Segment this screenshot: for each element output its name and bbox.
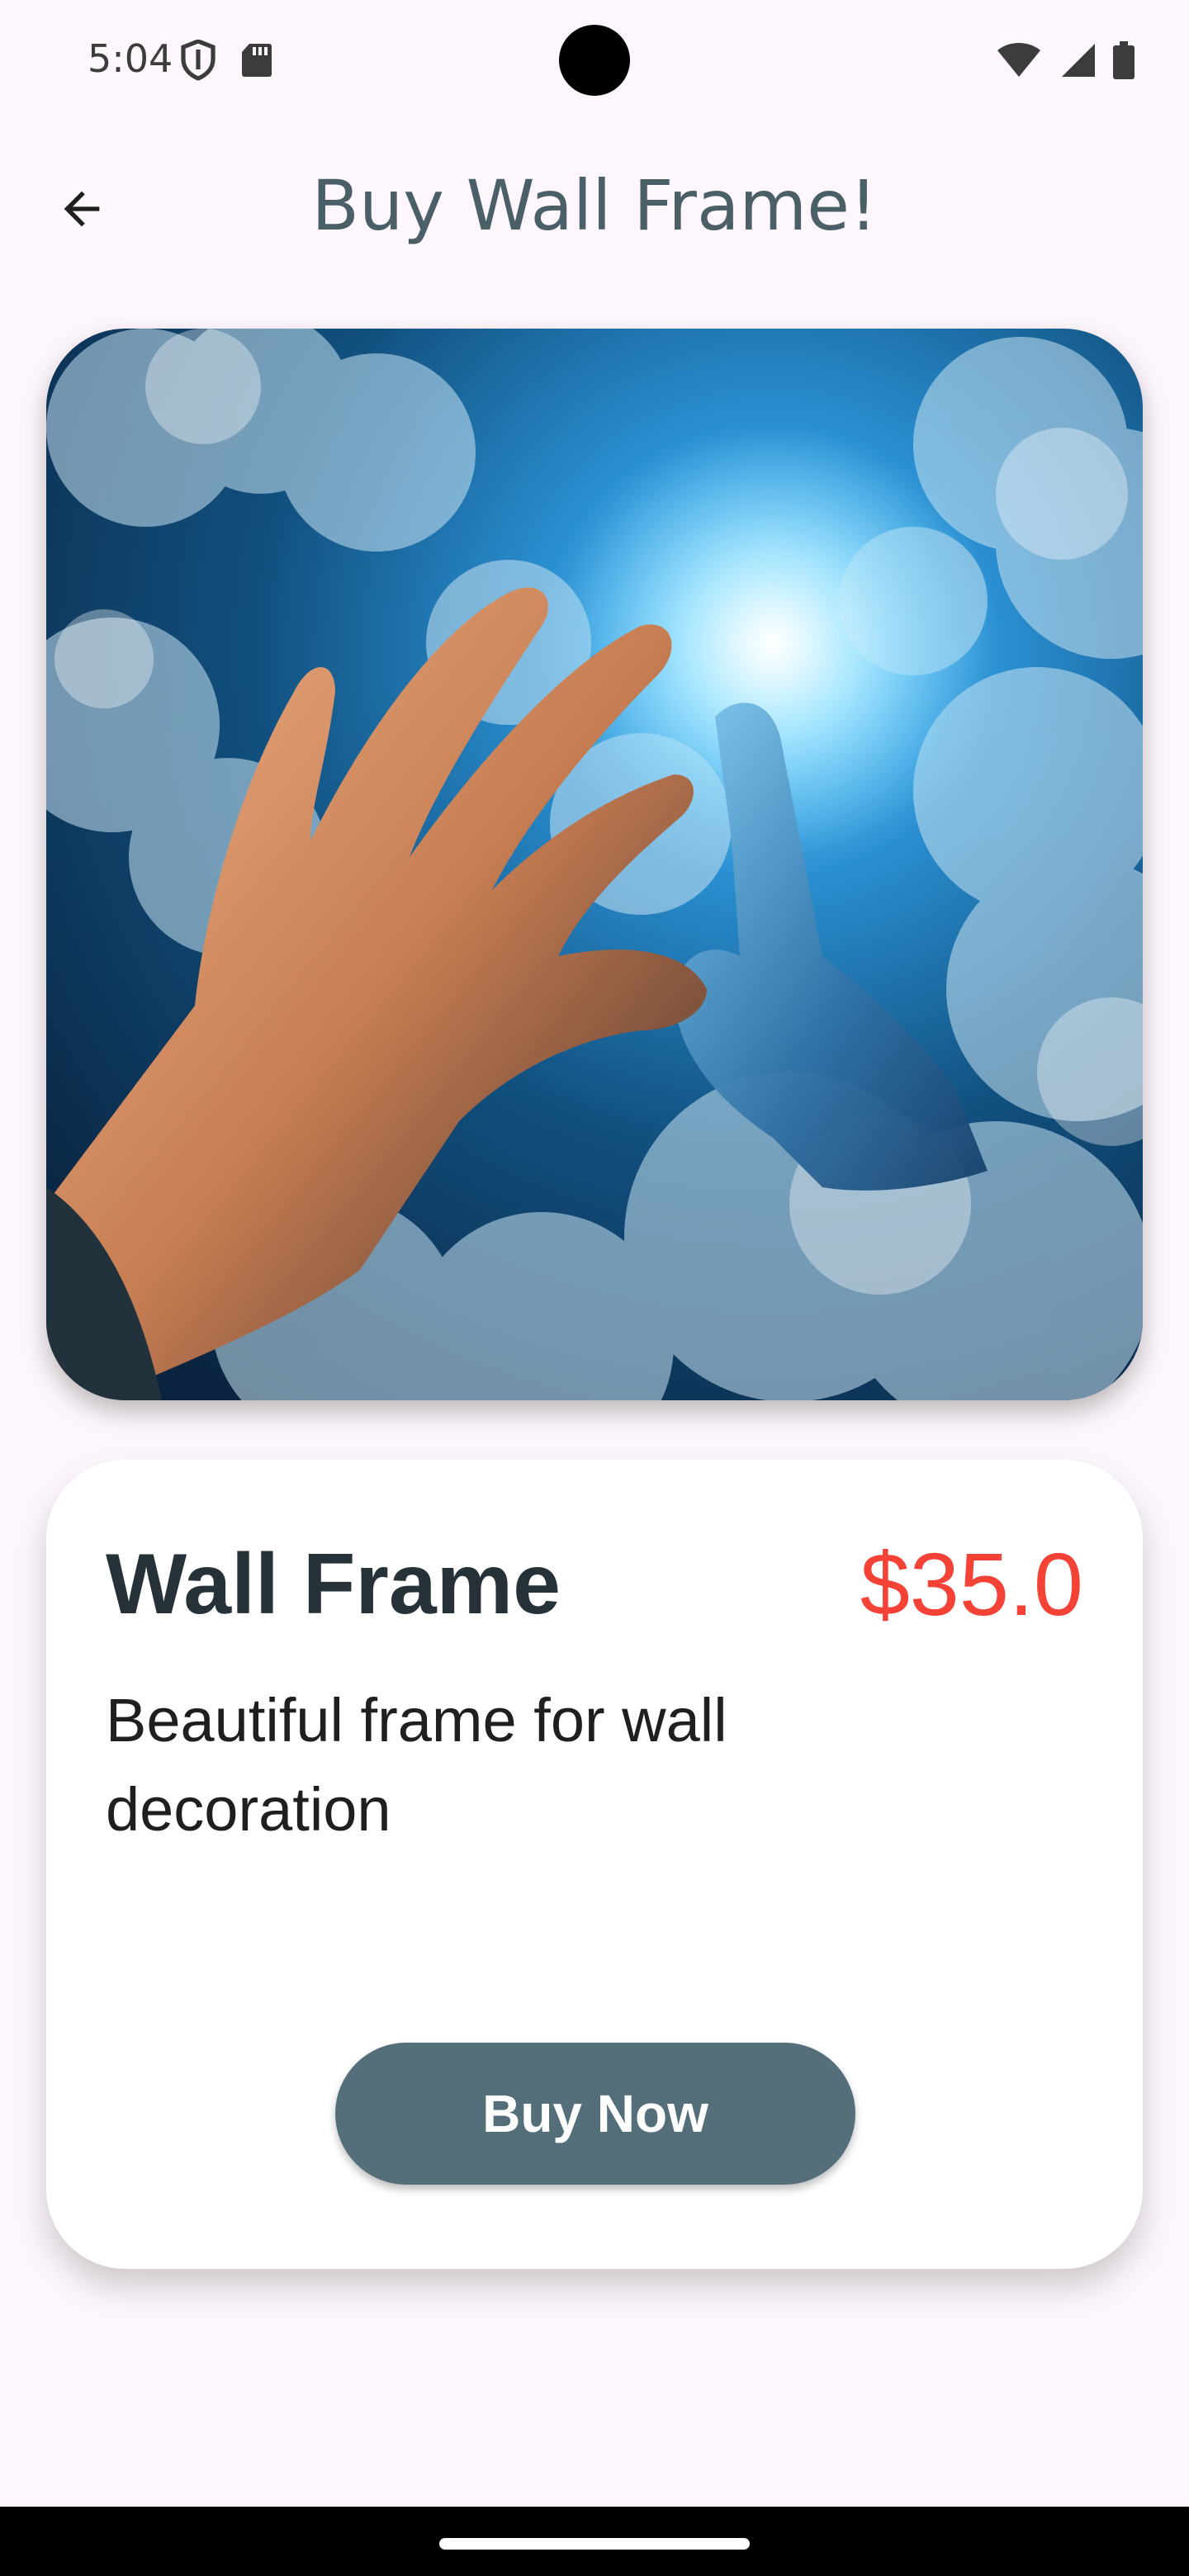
status-bar: 5:04 <box>0 0 1189 116</box>
status-right-icons <box>996 41 1135 83</box>
shield-icon <box>180 39 216 85</box>
buy-now-button[interactable]: Buy Now <box>335 2043 855 2185</box>
product-price: $35.0 <box>860 1534 1083 1634</box>
system-navigation-bar <box>0 2507 1189 2576</box>
product-name: Wall Frame <box>106 1537 561 1632</box>
page-title: Buy Wall Frame! <box>311 165 878 246</box>
product-info-card: Wall Frame $35.0 Beautiful frame for wal… <box>46 1460 1143 2269</box>
battery-icon <box>1113 41 1135 83</box>
home-gesture-handle[interactable] <box>439 2538 750 2550</box>
sd-card-icon <box>239 42 272 83</box>
cellular-signal-icon <box>1059 42 1097 83</box>
top-app-bar: Buy Wall Frame! <box>0 132 1189 264</box>
product-description: Beautiful frame for wall decoration <box>106 1686 727 1844</box>
wifi-icon <box>996 42 1042 83</box>
status-left-icons <box>180 39 272 85</box>
product-image <box>46 329 1143 1400</box>
status-time: 5:04 <box>88 36 173 81</box>
camera-cutout <box>559 25 630 96</box>
